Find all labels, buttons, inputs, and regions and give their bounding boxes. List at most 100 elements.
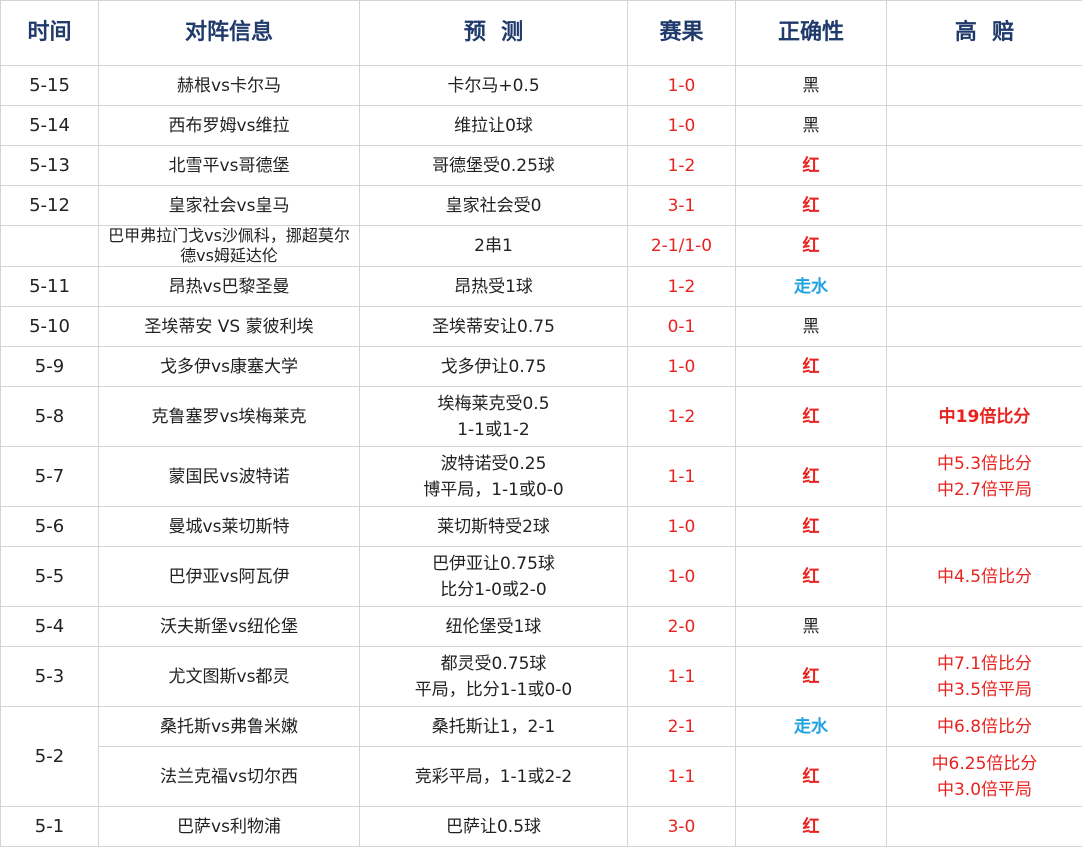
prediction-cell: 纽伦堡受1球	[359, 606, 628, 647]
date-cell: 5-3	[0, 646, 99, 707]
table-row: 巴甲弗拉门戈vs沙佩科，挪超莫尔德vs姆延达伦 2串1 2-1/1-0 红	[0, 225, 1082, 267]
header-date: 时间	[0, 0, 99, 66]
correctness-cell: 走水	[735, 706, 887, 747]
cell-line: 中5.3倍比分	[936, 453, 1033, 474]
cell-line: 桑托斯让1，2-1	[431, 716, 556, 737]
table-row: 5-6 曼城vs莱切斯特 莱切斯特受2球 1-0 红	[0, 506, 1082, 547]
result-cell: 0-1	[627, 306, 736, 347]
cell-line: 中7.1倍比分	[936, 653, 1033, 674]
high-odds-cell: 中6.25倍比分 中3.0倍平局	[886, 746, 1082, 807]
date-cell: 5-7	[0, 446, 99, 507]
prediction-cell: 2串1	[359, 225, 628, 267]
header-high-odds: 高 赔	[886, 0, 1082, 66]
result-cell: 1-0	[627, 506, 736, 547]
high-odds-cell: 中7.1倍比分 中3.5倍平局	[886, 646, 1082, 707]
prediction-cell: 巴萨让0.5球	[359, 806, 628, 847]
correctness-cell: 红	[735, 346, 887, 387]
match-cell: 巴萨vs利物浦	[98, 806, 360, 847]
prediction-cell: 埃梅莱克受0.5 1-1或1-2	[359, 386, 628, 447]
header-match: 对阵信息	[98, 0, 360, 66]
correctness-cell: 红	[735, 446, 887, 507]
table-row: 5-7 蒙国民vs波特诺 波特诺受0.25 博平局，1-1或0-0 1-1 红中5.3倍比…	[0, 446, 1082, 507]
cell-line: 中19倍比分	[938, 406, 1031, 427]
result-cell: 1-2	[627, 266, 736, 307]
cell-line: 莱切斯特受2球	[437, 516, 550, 537]
match-cell: 沃夫斯堡vs纽伦堡	[98, 606, 360, 647]
high-odds-cell	[886, 105, 1082, 146]
high-odds-cell	[886, 225, 1082, 267]
correctness-cell: 红	[735, 646, 887, 707]
prediction-cell: 巴伊亚让0.75球 比分1-0或2-0	[359, 546, 628, 607]
correctness-cell: 红	[735, 145, 887, 186]
date-cell: 5-8	[0, 386, 99, 447]
table-row: 5-8 克鲁塞罗vs埃梅莱克 埃梅莱克受0.5 1-1或1-2 1-2 红 中19倍比分	[0, 386, 1082, 447]
cell-line: 波特诺受0.25	[440, 453, 547, 474]
high-odds-cell	[886, 65, 1082, 106]
high-odds-cell: 中6.8倍比分	[886, 706, 1082, 747]
prediction-cell: 维拉让0球	[359, 105, 628, 146]
cell-line: 巴伊亚让0.75球	[432, 553, 555, 574]
match-cell: 圣埃蒂安 VS 蒙彼利埃	[98, 306, 360, 347]
date-cell: 5-6	[0, 506, 99, 547]
correctness-cell: 走水	[735, 266, 887, 307]
result-cell: 2-1/1-0	[627, 225, 736, 267]
table-row: 5-3 尤文图斯vs都灵 都灵受0.75球 平局，比分1-1或0-0 1-1 红中7.1倍…	[0, 646, 1082, 707]
correctness-cell: 黑	[735, 306, 887, 347]
correctness-cell: 红	[735, 546, 887, 607]
prediction-cell: 戈多伊让0.75	[359, 346, 628, 387]
cell-line: 2串1	[474, 236, 513, 256]
header-correctness: 正确性	[735, 0, 887, 66]
prediction-cell: 桑托斯让1，2-1	[359, 706, 628, 747]
prediction-cell: 卡尔马+0.5	[359, 65, 628, 106]
cell-line: 戈多伊让0.75	[440, 356, 547, 377]
table-row: 5-11 昂热vs巴黎圣曼 昂热受1球 1-2 走水	[0, 266, 1082, 307]
cell-line: 维拉让0球	[454, 115, 533, 136]
date-cell: 5-1	[0, 806, 99, 847]
cell-line: 博平局，1-1或0-0	[423, 479, 564, 500]
cell-line: 都灵受0.75球	[440, 653, 547, 674]
cell-line: 1-1或1-2	[457, 419, 530, 440]
date-cell: 5-13	[0, 145, 99, 186]
header-prediction: 预 测	[359, 0, 628, 66]
result-cell: 3-1	[627, 185, 736, 226]
correctness-cell: 黑	[735, 65, 887, 106]
cell-line: 中4.5倍比分	[936, 566, 1033, 587]
cell-line: 比分1-0或2-0	[440, 579, 547, 600]
date-cell: 5-9	[0, 346, 99, 387]
high-odds-cell	[886, 506, 1082, 547]
table-row: 5-13 北雪平vs哥德堡 哥德堡受0.25球 1-2 红	[0, 145, 1082, 186]
high-odds-cell	[886, 806, 1082, 847]
correctness-cell: 黑	[735, 606, 887, 647]
match-cell: 戈多伊vs康塞大学	[98, 346, 360, 387]
match-cell: 法兰克福vs切尔西	[98, 746, 360, 807]
match-cell: 蒙国民vs波特诺	[98, 446, 360, 507]
prediction-cell: 圣埃蒂安让0.75	[359, 306, 628, 347]
date-cell: 5-11	[0, 266, 99, 307]
result-cell: 1-0	[627, 546, 736, 607]
correctness-cell: 红	[735, 386, 887, 447]
cell-line: 中6.8倍比分	[936, 716, 1033, 737]
match-cell: 尤文图斯vs都灵	[98, 646, 360, 707]
date-cell: 5-15	[0, 65, 99, 106]
match-cell: 皇家社会vs皇马	[98, 185, 360, 226]
cell-line: 埃梅莱克受0.5	[437, 393, 550, 414]
cell-line: 圣埃蒂安让0.75	[432, 316, 555, 337]
correctness-cell: 红	[735, 185, 887, 226]
table-row: 5-5 巴伊亚vs阿瓦伊 巴伊亚让0.75球 比分1-0或2-0 1-0 红中4.5倍比分	[0, 546, 1082, 607]
high-odds-cell: 中5.3倍比分 中2.7倍平局	[886, 446, 1082, 507]
prediction-cell: 皇家社会受0	[359, 185, 628, 226]
correctness-cell: 红	[735, 806, 887, 847]
cell-line: 中3.5倍平局	[936, 679, 1033, 700]
match-cell: 北雪平vs哥德堡	[98, 145, 360, 186]
high-odds-cell	[886, 346, 1082, 387]
result-cell: 1-1	[627, 646, 736, 707]
cell-line: 纽伦堡受1球	[445, 616, 542, 637]
table-row: 5-14 西布罗姆vs维拉 维拉让0球 1-0 黑	[0, 105, 1082, 146]
cell-line: 中2.7倍平局	[936, 479, 1033, 500]
high-odds-cell	[886, 606, 1082, 647]
prediction-cell: 波特诺受0.25 博平局，1-1或0-0	[359, 446, 628, 507]
table-row: 法兰克福vs切尔西 竞彩平局，1-1或2-2 1-1 红中6.25倍比分 中3.0倍平局	[1, 746, 1082, 807]
table-row: 5-15 赫根vs卡尔马 卡尔马+0.5 1-0 黑	[0, 65, 1082, 106]
prediction-cell: 莱切斯特受2球	[359, 506, 628, 547]
match-cell: 克鲁塞罗vs埃梅莱克	[98, 386, 360, 447]
